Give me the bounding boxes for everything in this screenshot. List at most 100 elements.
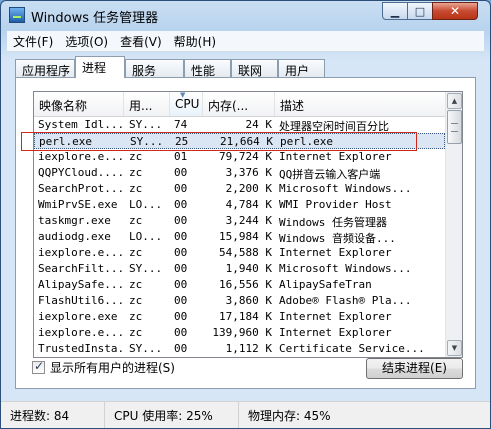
cell-name: perl.exe: [39, 135, 92, 148]
task-manager-icon: [9, 7, 25, 23]
cell-name: SearchProt...: [38, 182, 124, 195]
show-all-users-label: 显示所有用户的进程(S): [50, 361, 175, 375]
maximize-button[interactable]: □: [407, 2, 433, 20]
task-manager-window: Windows 任务管理器 ▁ □ ✕ 文件(F) 选项(O) 查看(V) 帮助…: [0, 0, 491, 429]
cell-user: SY...: [129, 262, 163, 275]
table-row[interactable]: iexplore.e... zc 00 54,588 K Internet Explor…: [34, 245, 445, 261]
cell-desc: Microsoft Windows...: [279, 262, 412, 275]
cell-mem: 79,724 K: [219, 150, 272, 163]
menu-view[interactable]: 查看(V): [114, 31, 168, 51]
cell-mem: 16,556 K: [219, 278, 272, 291]
table-row[interactable]: QQPYCloud.... zc 00 3,376 K QQ拼音云输入客户端: [34, 165, 445, 181]
cell-mem: 3,244 K: [225, 214, 272, 227]
end-process-button[interactable]: 结束进程(E): [366, 358, 463, 379]
close-button[interactable]: ✕: [432, 2, 478, 20]
cell-user: SY...: [129, 118, 163, 131]
cell-name: QQPYCloud....: [38, 166, 124, 179]
cell-user: zc: [129, 310, 143, 323]
table-row[interactable]: TrustedInsta... SY... 00 1,112 K Certificate…: [34, 341, 445, 357]
processes-panel: 映像名称 用... ▼ CPU 内存(... 描述 System Idl... S…: [15, 77, 476, 389]
show-all-users-checkbox[interactable]: [32, 359, 45, 374]
scroll-up-icon[interactable]: ▲: [447, 93, 462, 109]
cell-name: iexplore.e...: [38, 326, 124, 339]
cell-user: LO...: [129, 230, 163, 243]
cell-mem: 2,200 K: [225, 182, 272, 195]
tab-applications[interactable]: 应用程序: [15, 59, 75, 78]
process-list[interactable]: 映像名称 用... ▼ CPU 内存(... 描述 System Idl... S…: [33, 91, 463, 358]
scroll-down-icon[interactable]: ▼: [447, 340, 462, 356]
cell-desc: WMI Provider Host: [279, 198, 392, 211]
status-process-count: 进程数: 84: [1, 402, 105, 428]
table-row[interactable]: SearchProt... zc 00 2,200 K Microsoft Window…: [34, 181, 445, 197]
table-row[interactable]: iexplore.e... zc 01 79,724 K Internet Explor…: [34, 149, 445, 165]
cell-name: iexplore.e...: [38, 246, 124, 259]
cell-user: zc: [129, 326, 143, 339]
tab-processes[interactable]: 进程: [75, 56, 125, 78]
vertical-scrollbar[interactable]: ▲ ▼: [445, 92, 462, 357]
column-user[interactable]: 用...: [124, 92, 170, 116]
cell-user: zc: [129, 150, 143, 163]
cell-name: iexplore.e...: [38, 150, 124, 163]
menu-file[interactable]: 文件(F): [7, 31, 59, 51]
cell-mem: 24 K: [245, 118, 273, 131]
cell-desc: Internet Explorer: [279, 310, 392, 323]
table-row[interactable]: SearchFilt... SY... 00 1,940 K Microsoft Win…: [34, 261, 445, 277]
column-cpu[interactable]: ▼ CPU: [170, 92, 203, 116]
cell-cpu: 00: [174, 294, 188, 307]
table-row[interactable]: perl.exe SY... 25 21,664 K perl.exe: [34, 133, 445, 149]
list-header: 映像名称 用... ▼ CPU 内存(... 描述: [34, 92, 445, 117]
cell-mem: 21,664 K: [220, 135, 273, 148]
status-physical-memory: 物理内存: 45%: [248, 409, 331, 423]
cell-user: zc: [129, 246, 143, 259]
title-bar[interactable]: Windows 任务管理器 ▁ □ ✕: [1, 1, 490, 29]
column-image-name[interactable]: 映像名称: [34, 92, 124, 116]
cell-desc: perl.exe: [280, 135, 333, 148]
scroll-thumb[interactable]: [447, 110, 462, 144]
cell-desc: Certificate Service...: [279, 342, 425, 355]
column-description[interactable]: 描述: [275, 92, 445, 116]
cell-mem: 3,860 K: [225, 294, 272, 307]
tab-users[interactable]: 用户: [278, 59, 325, 78]
show-all-users-option[interactable]: 显示所有用户的进程(S): [32, 359, 175, 376]
table-row[interactable]: audiodg.exe LO... 00 15,984 K Windows 音频设备..…: [34, 229, 445, 245]
cell-user: LO...: [129, 198, 163, 211]
cell-desc: Internet Explorer: [279, 150, 392, 163]
window-title: Windows 任务管理器: [31, 11, 159, 26]
cell-name: TrustedInsta...: [38, 342, 124, 355]
cell-cpu: 00: [174, 182, 188, 195]
table-row[interactable]: AlipaySafe... zc 00 16,556 K AlipaySafeTran: [34, 277, 445, 293]
cell-cpu: 00: [174, 246, 188, 259]
cell-mem: 1,112 K: [225, 342, 272, 355]
cell-mem: 3,376 K: [225, 166, 272, 179]
table-row[interactable]: System Idl... SY... 74 24 K 处理器空闲时间百分比: [34, 117, 445, 133]
cell-desc: Windows 音频设备...: [279, 232, 396, 245]
menu-options[interactable]: 选项(O): [59, 31, 114, 51]
cell-user: zc: [129, 182, 143, 195]
column-cpu-label: CPU: [175, 97, 200, 111]
table-row[interactable]: WmiPrvSE.exe LO... 00 4,784 K WMI Provider H…: [34, 197, 445, 213]
cell-name: SearchFilt...: [38, 262, 124, 275]
cell-mem: 17,184 K: [219, 310, 272, 323]
cell-mem: 139,960 K: [212, 326, 272, 339]
cell-mem: 4,784 K: [225, 198, 272, 211]
table-row[interactable]: iexplore.e... zc 00 139,960 K Internet Explo…: [34, 325, 445, 341]
cell-cpu: 25: [175, 135, 189, 148]
cell-user: zc: [129, 166, 143, 179]
tab-performance[interactable]: 性能: [184, 59, 231, 78]
table-row[interactable]: iexplore.exe zc 00 17,184 K Internet Explore…: [34, 309, 445, 325]
minimize-button[interactable]: ▁: [382, 2, 408, 20]
cell-desc: Windows 任务管理器: [279, 216, 387, 229]
cell-user: SY...: [129, 342, 163, 355]
tab-services[interactable]: 服务: [125, 59, 184, 78]
table-row[interactable]: FlashUtil6... zc 00 3,860 K Adobe® Flash® Pl…: [34, 293, 445, 309]
tab-networking[interactable]: 联网: [231, 59, 278, 78]
cell-name: audiodg.exe: [38, 230, 111, 243]
cell-cpu: 74: [174, 118, 188, 131]
menu-bar: 文件(F) 选项(O) 查看(V) 帮助(H): [7, 31, 484, 52]
cell-cpu: 00: [174, 214, 188, 227]
table-row[interactable]: taskmgr.exe zc 00 3,244 K Windows 任务管理器: [34, 213, 445, 229]
cell-cpu: 00: [174, 310, 188, 323]
sort-descending-icon: ▼: [180, 92, 186, 99]
menu-help[interactable]: 帮助(H): [168, 31, 222, 51]
column-memory[interactable]: 内存(...: [203, 92, 275, 116]
